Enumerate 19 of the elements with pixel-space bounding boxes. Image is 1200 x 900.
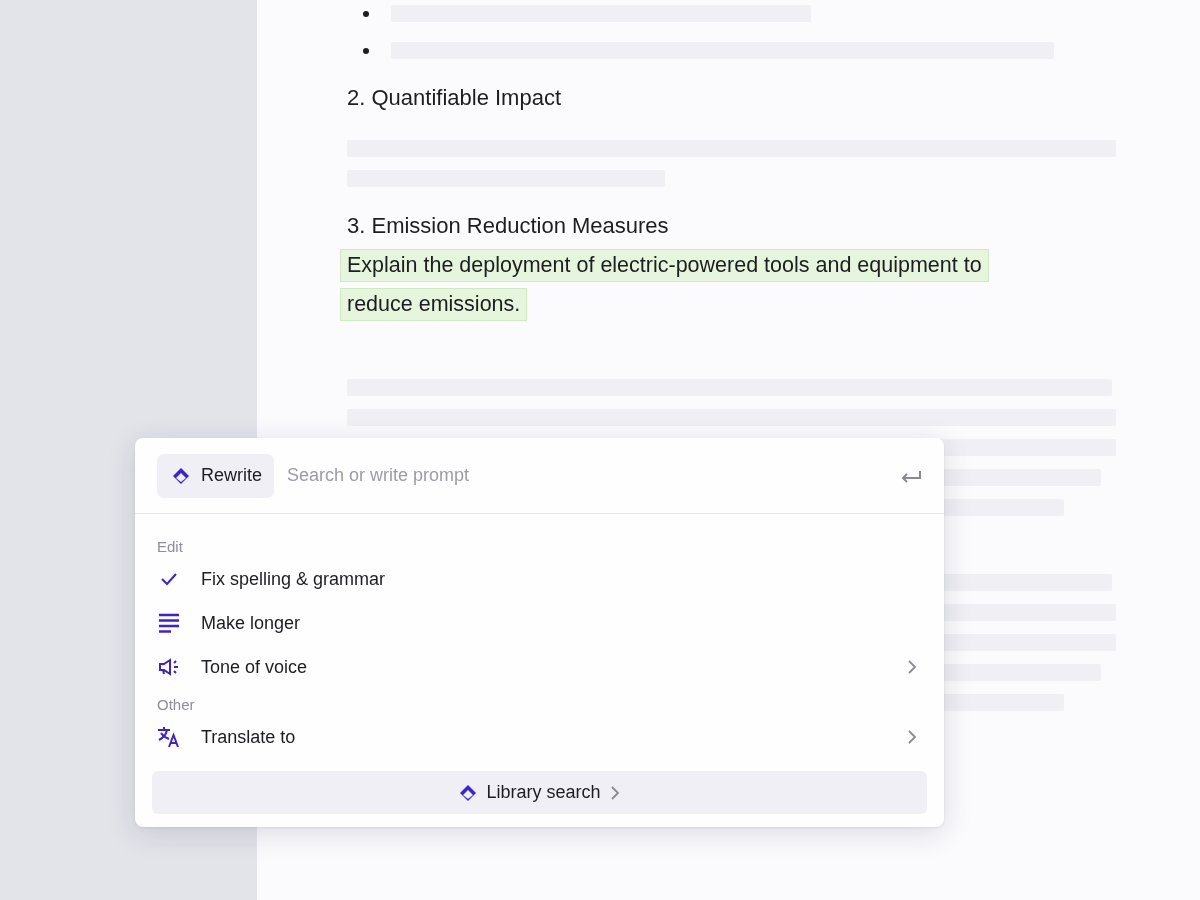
section-heading: 3. Emission Reduction Measures (347, 212, 670, 240)
rewrite-button[interactable]: Rewrite (157, 453, 274, 498)
group-label: Edit (157, 538, 183, 555)
prompt-input[interactable]: Search or write prompt (285, 464, 889, 487)
bullet-icon (363, 10, 369, 17)
bullet-icon (363, 47, 369, 54)
group-label: Other (157, 696, 195, 713)
diamond-logo-icon (458, 782, 479, 803)
library-search-button[interactable]: Library search (152, 771, 927, 814)
menu-item[interactable]: Translate to (135, 715, 944, 759)
diamond-logo-icon (171, 465, 191, 486)
section-heading: 2. Quantifiable Impact (347, 84, 562, 112)
megaphone-icon (157, 655, 181, 679)
menu-item[interactable]: Fix spelling & grammar (135, 557, 944, 601)
menu-item[interactable]: Make longer (135, 601, 944, 645)
chevron-right-icon (608, 785, 621, 800)
translate-icon (157, 725, 181, 749)
text-lines-icon (157, 611, 181, 635)
menu-item[interactable]: Tone of voice (135, 645, 944, 689)
